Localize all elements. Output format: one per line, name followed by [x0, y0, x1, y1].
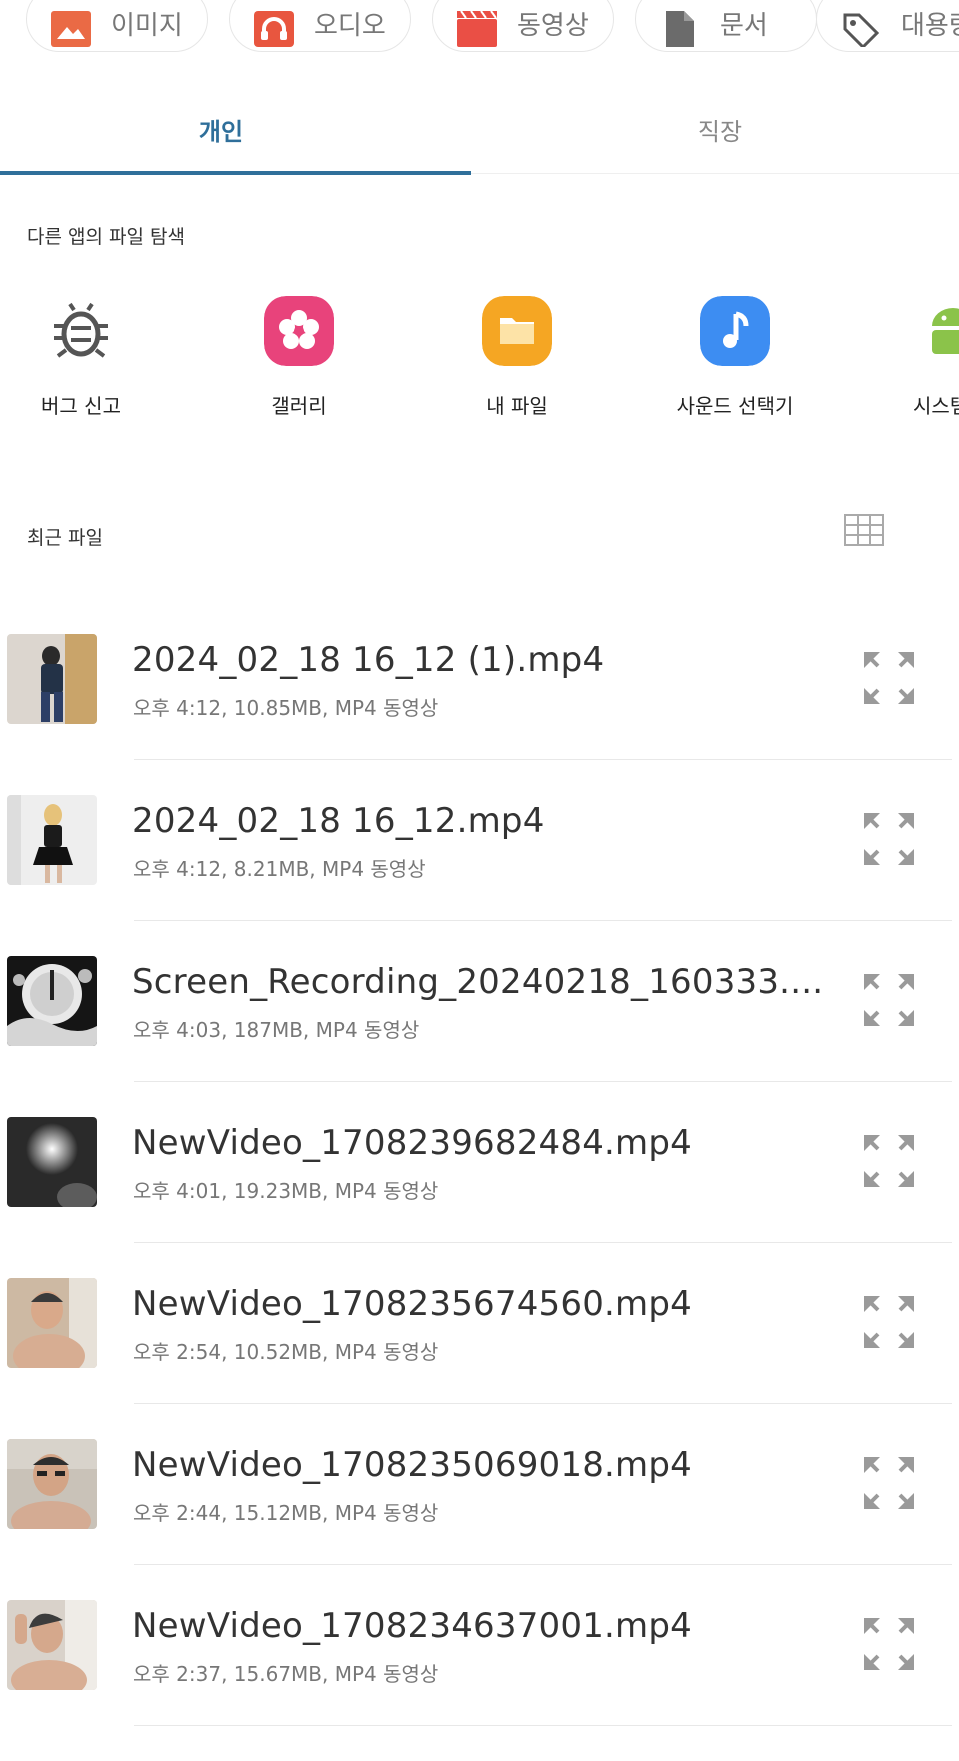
- row-divider: [134, 1564, 952, 1565]
- list-item[interactable]: 2024_02_18 16_12 (1).mp4 오후 4:12, 10.85M…: [0, 634, 959, 795]
- file-meta: 오후 2:44, 15.12MB, MP4 동영상: [133, 1501, 439, 1525]
- file-name: 2024_02_18 16_12.mp4: [132, 801, 545, 841]
- row-divider: [134, 1403, 952, 1404]
- tab-personal[interactable]: 개인: [121, 112, 321, 147]
- expand-icon[interactable]: [862, 1294, 916, 1350]
- expand-icon[interactable]: [862, 650, 916, 706]
- video-thumbnail: [7, 1439, 97, 1529]
- music-note-icon: [700, 296, 770, 366]
- app-label: 내 파일: [486, 394, 548, 418]
- file-name: Screen_Recording_20240218_160333....: [132, 962, 824, 1002]
- headphones-icon: [254, 11, 294, 47]
- chip-images[interactable]: 이미지: [26, 0, 208, 52]
- row-divider: [134, 759, 952, 760]
- profile-tabs: 개인 직장: [0, 100, 959, 176]
- video-thumbnail: [7, 1600, 97, 1690]
- other-apps-title: 다른 앱의 파일 탐색: [27, 226, 185, 248]
- row-divider: [134, 920, 952, 921]
- app-label: 사운드 선택기: [676, 394, 794, 418]
- tab-divider: [471, 173, 959, 174]
- list-item[interactable]: NewVideo_1708235674560.mp4 오후 2:54, 10.5…: [0, 1278, 959, 1439]
- chip-large-files[interactable]: 대용량: [816, 0, 959, 52]
- expand-icon[interactable]: [862, 1133, 916, 1189]
- row-divider: [134, 1725, 952, 1726]
- image-icon: [51, 11, 91, 47]
- file-name: NewVideo_1708235674560.mp4: [132, 1284, 692, 1324]
- file-meta: 오후 4:01, 19.23MB, MP4 동영상: [133, 1179, 439, 1203]
- file-meta: 오후 2:37, 15.67MB, MP4 동영상: [133, 1662, 439, 1686]
- android-icon: [932, 308, 959, 354]
- chip-label: 이미지: [111, 11, 183, 41]
- expand-icon[interactable]: [862, 972, 916, 1028]
- tab-work[interactable]: 직장: [620, 112, 820, 147]
- list-item[interactable]: 2024_02_18 16_12.mp4 오후 4:12, 8.21MB, MP…: [0, 795, 959, 956]
- app-system[interactable]: 시스템 트: [853, 296, 959, 419]
- video-thumbnail: [7, 634, 97, 724]
- row-divider: [134, 1081, 952, 1082]
- app-label: 갤러리: [271, 394, 327, 418]
- file-meta: 오후 4:03, 187MB, MP4 동영상: [133, 1018, 420, 1042]
- file-meta: 오후 2:54, 10.52MB, MP4 동영상: [133, 1340, 439, 1364]
- list-item[interactable]: Screen_Recording_20240218_160333.... 오후 …: [0, 956, 959, 1117]
- app-sound-picker[interactable]: 사운드 선택기: [635, 296, 835, 419]
- video-thumbnail: [7, 1278, 97, 1368]
- app-my-files[interactable]: 내 파일: [417, 296, 617, 419]
- file-name: NewVideo_1708235069018.mp4: [132, 1445, 692, 1485]
- tag-icon: [843, 13, 880, 47]
- video-icon: [457, 11, 497, 47]
- video-thumbnail: [7, 956, 97, 1046]
- row-divider: [134, 1242, 952, 1243]
- app-label: 시스템 트: [913, 394, 959, 418]
- folder-icon: [482, 296, 552, 366]
- file-meta: 오후 4:12, 8.21MB, MP4 동영상: [133, 857, 426, 881]
- recent-files-title: 최근 파일: [27, 527, 103, 549]
- grid-view-icon[interactable]: [844, 514, 884, 546]
- file-name: NewVideo_1708239682484.mp4: [132, 1123, 692, 1163]
- file-meta: 오후 4:12, 10.85MB, MP4 동영상: [133, 696, 439, 720]
- expand-icon[interactable]: [862, 1455, 916, 1511]
- chip-documents[interactable]: 문서: [635, 0, 817, 52]
- chip-label: 오디오: [314, 11, 386, 41]
- chip-videos[interactable]: 동영상: [432, 0, 614, 52]
- expand-icon[interactable]: [862, 811, 916, 867]
- chip-label: 대용량: [901, 11, 959, 41]
- gallery-flower-icon: [264, 296, 334, 366]
- list-item[interactable]: NewVideo_1708234637001.mp4 오후 2:37, 15.6…: [0, 1600, 959, 1761]
- app-label: 버그 신고: [41, 394, 121, 418]
- app-gallery[interactable]: 갤러리: [199, 296, 399, 419]
- list-item[interactable]: NewVideo_1708235069018.mp4 오후 2:44, 15.1…: [0, 1439, 959, 1600]
- document-icon: [666, 11, 694, 47]
- bug-icon: [54, 302, 108, 358]
- file-name: 2024_02_18 16_12 (1).mp4: [132, 640, 605, 680]
- expand-icon[interactable]: [862, 1616, 916, 1672]
- category-chips: 이미지 오디오 동영상 문서 대용량: [0, 0, 959, 52]
- video-thumbnail: [7, 1117, 97, 1207]
- chip-audio[interactable]: 오디오: [229, 0, 411, 52]
- video-thumbnail: [7, 795, 97, 885]
- list-item[interactable]: NewVideo_1708239682484.mp4 오후 4:01, 19.2…: [0, 1117, 959, 1278]
- chip-label: 문서: [720, 11, 768, 41]
- file-name: NewVideo_1708234637001.mp4: [132, 1606, 692, 1646]
- chip-label: 동영상: [517, 11, 589, 41]
- tab-indicator: [0, 171, 471, 175]
- app-bug-report[interactable]: 버그 신고: [0, 296, 181, 419]
